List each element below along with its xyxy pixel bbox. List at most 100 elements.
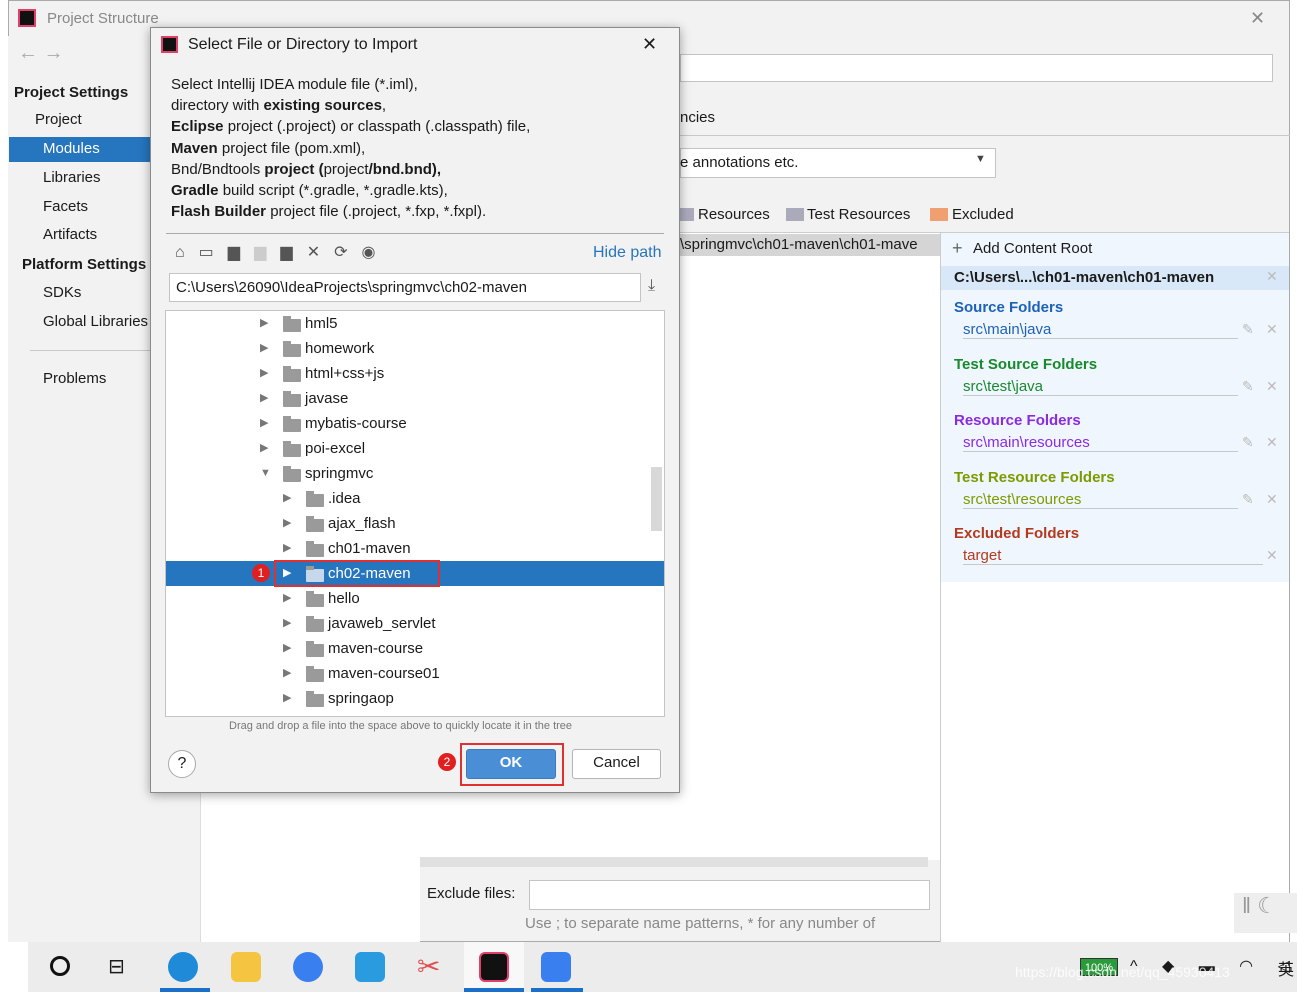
delete-icon[interactable]: ✕ bbox=[307, 244, 334, 261]
tree-item[interactable]: ▶ homework bbox=[166, 336, 664, 361]
search-icon[interactable] bbox=[50, 956, 70, 976]
tree-item[interactable]: ▶ .idea bbox=[166, 486, 664, 511]
tree-item[interactable]: ▶ hml5 bbox=[166, 311, 664, 336]
module-name-field[interactable] bbox=[680, 54, 1273, 82]
tree-scrollbar[interactable] bbox=[651, 467, 662, 531]
home-icon[interactable]: ⌂ bbox=[175, 244, 199, 261]
tree-item[interactable]: ▼ springmvc bbox=[166, 461, 664, 486]
mark-excluded[interactable]: Excluded bbox=[952, 206, 1014, 223]
intellij-logo-icon bbox=[18, 9, 36, 27]
ime-indicator[interactable]: 英 bbox=[1278, 956, 1294, 980]
tree-item[interactable]: ▶ poi-excel bbox=[166, 436, 664, 461]
edge-icon[interactable] bbox=[168, 952, 198, 982]
cancel-button[interactable]: Cancel bbox=[572, 749, 661, 779]
tab-dependencies[interactable]: ncies bbox=[680, 109, 715, 126]
intellij-taskbar-icon[interactable] bbox=[479, 952, 509, 982]
folder-path[interactable]: src\test\resources bbox=[963, 491, 1081, 508]
sidebar-item-problems[interactable]: Problems bbox=[43, 370, 106, 387]
chevron-right-icon[interactable]: ▶ bbox=[283, 636, 291, 661]
edit-icon[interactable]: ✎ bbox=[1242, 321, 1254, 338]
remove-root-icon[interactable]: ✕ bbox=[1266, 268, 1278, 285]
chevron-right-icon[interactable]: ▶ bbox=[260, 386, 268, 411]
chevron-right-icon[interactable]: ▶ bbox=[283, 611, 291, 636]
chevron-right-icon[interactable]: ▶ bbox=[283, 486, 291, 511]
folder-group-title: Resource Folders bbox=[954, 412, 1081, 429]
chevron-right-icon[interactable]: ▶ bbox=[260, 311, 268, 336]
folder-icon bbox=[306, 541, 324, 557]
add-content-root-button[interactable]: Add Content Root bbox=[973, 240, 1092, 257]
folder-path[interactable]: target bbox=[963, 547, 1001, 564]
ok-button[interactable]: OK bbox=[466, 749, 556, 779]
remove-folder-icon[interactable]: ✕ bbox=[1266, 547, 1278, 564]
remove-folder-icon[interactable]: ✕ bbox=[1266, 491, 1278, 508]
remove-folder-icon[interactable]: ✕ bbox=[1266, 378, 1278, 395]
tree-item[interactable]: ▶ javase bbox=[166, 386, 664, 411]
edit-icon[interactable]: ✎ bbox=[1242, 491, 1254, 508]
hide-path-link[interactable]: Hide path bbox=[593, 244, 662, 262]
feishu-icon[interactable] bbox=[541, 952, 571, 982]
tree-item[interactable]: ▶ ajax_flash bbox=[166, 511, 664, 536]
folder-path[interactable]: src\main\java bbox=[963, 321, 1051, 338]
sidebar-item-libraries[interactable]: Libraries bbox=[43, 169, 101, 186]
refresh-icon[interactable]: ⟳ bbox=[334, 244, 361, 261]
divider bbox=[963, 451, 1238, 452]
tree-item[interactable]: ▶ ch01-maven bbox=[166, 536, 664, 561]
tree-item[interactable]: ▶ maven-course01 bbox=[166, 661, 664, 686]
sidebar-item-global-libraries[interactable]: Global Libraries bbox=[43, 313, 148, 330]
exclude-files-input[interactable] bbox=[529, 880, 930, 910]
chevron-right-icon[interactable]: ▶ bbox=[260, 361, 268, 386]
file-tree[interactable]: ▶ hml5 ▶ homework ▶ html+css+js ▶ javase ▶ mybati… bbox=[165, 310, 665, 717]
sidebar-item-facets[interactable]: Facets bbox=[43, 198, 88, 215]
sidebar-item-sdks[interactable]: SDKs bbox=[43, 284, 81, 301]
snipping-tool-icon[interactable]: ✂ bbox=[417, 950, 440, 983]
chevron-right-icon[interactable]: ▶ bbox=[260, 336, 268, 361]
tree-item[interactable]: ▶ mybatis-course bbox=[166, 411, 664, 436]
divider bbox=[963, 338, 1238, 339]
tree-item-label: hml5 bbox=[305, 315, 338, 332]
mail-icon[interactable] bbox=[355, 952, 385, 982]
path-input[interactable]: C:\Users\26090\IdeaProjects\springmvc\ch… bbox=[169, 273, 641, 302]
project-folder-icon[interactable]: ▆ bbox=[228, 244, 254, 261]
folder-path[interactable]: src\main\resources bbox=[963, 434, 1090, 451]
chevron-right-icon[interactable]: ▶ bbox=[283, 686, 291, 711]
chevron-right-icon[interactable]: ▶ bbox=[283, 661, 291, 686]
tree-item[interactable]: ▶ maven-course bbox=[166, 636, 664, 661]
mark-test-resources[interactable]: Test Resources bbox=[807, 206, 910, 223]
app-l-icon[interactable] bbox=[293, 952, 323, 982]
mark-resources[interactable]: Resources bbox=[698, 206, 770, 223]
edit-icon[interactable]: ✎ bbox=[1242, 434, 1254, 451]
tree-item[interactable]: ▶ hello bbox=[166, 586, 664, 611]
file-explorer-icon[interactable] bbox=[231, 952, 261, 982]
dialog-description: Select Intellij IDEA module file (*.iml)… bbox=[171, 74, 530, 222]
tree-item[interactable]: ▶ html+css+js bbox=[166, 361, 664, 386]
horizontal-scrollbar[interactable] bbox=[420, 857, 928, 867]
tree-item[interactable]: ▶ springaop bbox=[166, 686, 664, 711]
download-icon[interactable]: ⤓ bbox=[648, 277, 655, 295]
folder-path[interactable]: src\test\java bbox=[963, 378, 1043, 395]
chevron-down-icon[interactable]: ▼ bbox=[260, 461, 271, 486]
show-hidden-icon[interactable]: ◉ bbox=[362, 244, 390, 261]
dialog-close-button[interactable]: ✕ bbox=[642, 34, 657, 55]
desktop-icon[interactable]: ▭ bbox=[199, 244, 228, 261]
remove-folder-icon[interactable]: ✕ bbox=[1266, 434, 1278, 451]
module-folder-icon[interactable]: ▆ bbox=[254, 244, 280, 261]
chevron-right-icon[interactable]: ▶ bbox=[283, 536, 291, 561]
chevron-right-icon[interactable]: ▶ bbox=[283, 511, 291, 536]
new-folder-icon[interactable]: ▆ bbox=[280, 244, 306, 261]
chevron-right-icon[interactable]: ▶ bbox=[283, 586, 291, 611]
back-arrow-icon[interactable]: ← → bbox=[18, 42, 64, 65]
window-close-button[interactable]: ✕ bbox=[1250, 8, 1265, 29]
sidebar-item-project[interactable]: Project bbox=[35, 111, 82, 128]
tree-selected-row[interactable]: \springmvc\ch01-maven\ch01-mave bbox=[670, 234, 940, 256]
tree-item[interactable]: ▶ javaweb_servlet bbox=[166, 611, 664, 636]
edit-icon[interactable]: ✎ bbox=[1242, 378, 1254, 395]
chevron-right-icon[interactable]: ▶ bbox=[260, 411, 268, 436]
task-view-icon[interactable]: ⊟ bbox=[108, 954, 125, 979]
help-button[interactable]: ? bbox=[168, 750, 196, 778]
moon-icon[interactable]: ‖ ☾ bbox=[1234, 893, 1297, 933]
chevron-right-icon[interactable]: ▶ bbox=[260, 436, 268, 461]
description-text: directory with bbox=[171, 97, 264, 115]
remove-folder-icon[interactable]: ✕ bbox=[1266, 321, 1278, 338]
sidebar-item-artifacts[interactable]: Artifacts bbox=[43, 226, 97, 243]
content-roots-empty bbox=[940, 582, 1289, 942]
